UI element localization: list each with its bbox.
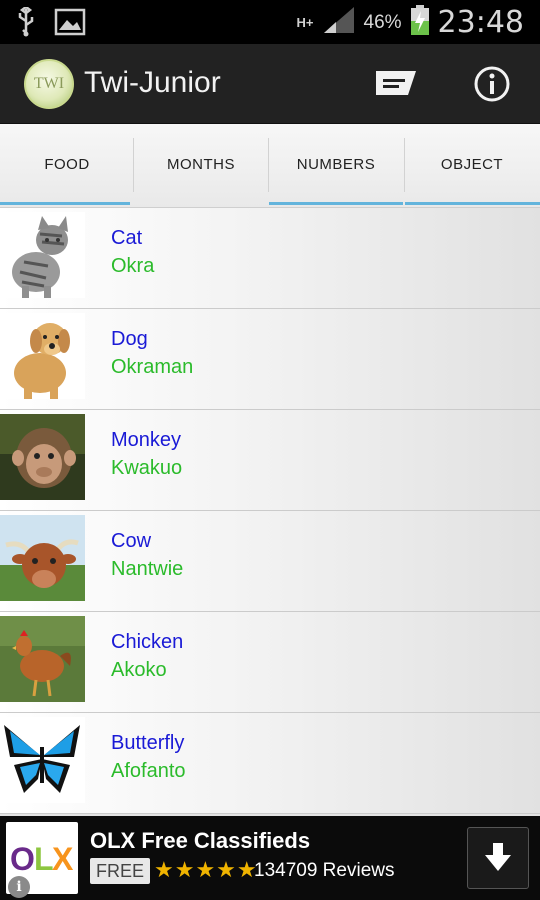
english-word: Cow — [111, 530, 152, 552]
english-word: Dog — [111, 328, 148, 350]
twi-word: Akoko — [111, 659, 167, 681]
monkey-image — [0, 414, 85, 500]
list-item[interactable]: Cow Nantwie — [0, 511, 540, 612]
usb-icon — [14, 5, 38, 42]
twi-word: Okra — [111, 255, 155, 277]
battery-percent: 46% — [363, 11, 402, 33]
list-item[interactable]: Chicken Akoko — [0, 612, 540, 713]
list-item[interactable]: Butterfly Afofanto — [0, 713, 540, 814]
network-type: H+ — [296, 14, 314, 30]
image-icon — [54, 8, 86, 41]
english-word: Butterfly — [111, 732, 185, 754]
twi-word: Afofanto — [111, 760, 186, 782]
tab-numbers[interactable]: NUMBERS — [269, 124, 403, 204]
english-word: Cat — [111, 227, 143, 249]
download-icon — [485, 843, 511, 871]
tab-months[interactable]: MONTHS — [134, 124, 268, 204]
review-count: 134709 Reviews — [254, 860, 395, 881]
animal-list: Cat Okra Dog Okraman Monkey Kwakuo Cow N… — [0, 208, 540, 816]
english-word: Monkey — [111, 429, 182, 451]
app-title: Twi-Junior — [84, 66, 221, 99]
app-logo[interactable]: TWI — [24, 59, 74, 109]
status-bar: H+ 46% 23:48 — [0, 0, 540, 44]
butterfly-image — [0, 717, 85, 803]
chicken-image — [0, 616, 85, 702]
price-badge: FREE — [90, 858, 151, 884]
action-bar: TWI Twi-Junior — [0, 44, 540, 124]
twi-word: Nantwie — [111, 558, 184, 580]
ad-banner[interactable]: O L X i OLX Free Classifieds FREE ★★★★★ … — [0, 816, 540, 900]
english-word: Chicken — [111, 631, 184, 653]
download-button[interactable] — [467, 827, 529, 889]
cat-image — [0, 212, 85, 298]
twi-word: Okraman — [111, 356, 194, 378]
tab-object[interactable]: OBJECT — [405, 124, 539, 204]
svg-text:L: L — [34, 841, 54, 877]
app-logo-text: TWI — [33, 75, 65, 92]
ad-info-icon[interactable]: i — [8, 876, 30, 898]
category-tabs: FOOD MONTHS NUMBERS OBJECT — [0, 124, 540, 208]
tab-indicator — [405, 202, 540, 205]
battery-charging-icon — [410, 4, 430, 41]
cow-image — [0, 515, 85, 601]
svg-text:O: O — [10, 841, 35, 877]
twi-word: Kwakuo — [111, 457, 183, 479]
tab-indicator — [269, 202, 403, 205]
tab-food[interactable]: FOOD — [0, 124, 134, 204]
info-icon[interactable] — [470, 64, 514, 104]
message-icon[interactable] — [374, 64, 418, 104]
rating-stars: ★★★★★ — [154, 857, 258, 882]
tab-indicator — [0, 202, 130, 205]
list-item[interactable]: Dog Okraman — [0, 309, 540, 410]
signal-icon — [322, 5, 356, 40]
ad-title: OLX Free Classifieds — [90, 828, 311, 853]
svg-text:X: X — [52, 841, 74, 877]
list-item[interactable]: Cat Okra — [0, 208, 540, 309]
list-item[interactable]: Monkey Kwakuo — [0, 410, 540, 511]
clock: 23:48 — [437, 5, 524, 40]
dog-image — [0, 313, 85, 399]
